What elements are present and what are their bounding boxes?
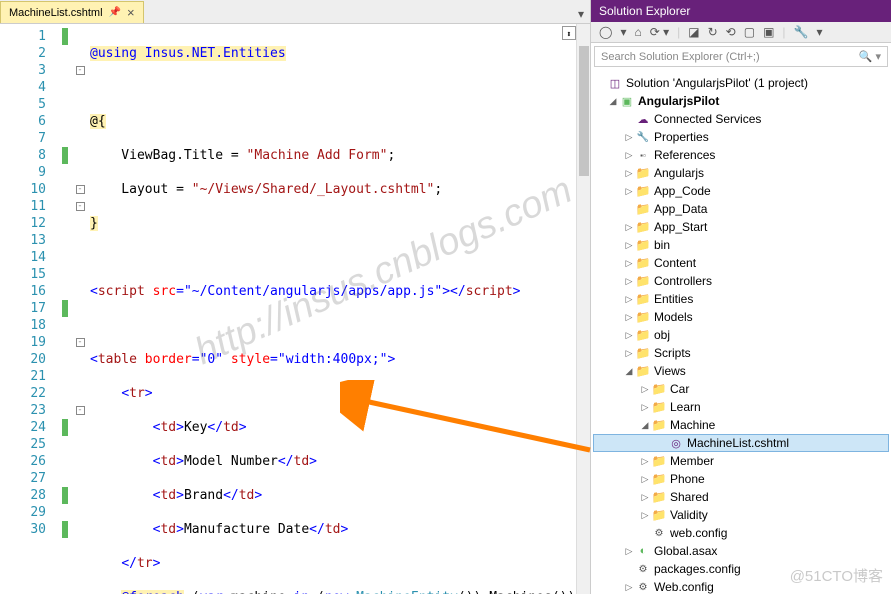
tree-item-packages[interactable]: packages.config — [593, 560, 889, 578]
tree-item-scripts[interactable]: ▷Scripts — [593, 344, 889, 362]
fold-margin: - - - - - — [74, 24, 86, 594]
code-area[interactable]: 1234567891011121314151617181920212223242… — [0, 24, 590, 594]
tree-item-controllers[interactable]: ▷Controllers — [593, 272, 889, 290]
back-icon[interactable]: ◯ — [597, 25, 614, 39]
tree-item-references[interactable]: ▷References — [593, 146, 889, 164]
scope-icon[interactable]: ◪ — [686, 25, 701, 39]
solution-explorer: Solution Explorer ◯ ▾ ⌂ ⟳ ▾ | ◪ ↻ ⟲ ▢ ▣ … — [591, 0, 891, 594]
tree-item-appcode[interactable]: ▷App_Code — [593, 182, 889, 200]
tree-item-views[interactable]: ◢Views — [593, 362, 889, 380]
change-margin — [56, 24, 74, 594]
fold-toggle[interactable]: - — [76, 338, 85, 347]
tree-item-webconfig-views[interactable]: web.config — [593, 524, 889, 542]
scrollbar-thumb[interactable] — [579, 46, 589, 176]
preview-icon[interactable]: ▾ — [815, 25, 825, 39]
tree-item-machinelist[interactable]: MachineList.cshtml — [593, 434, 889, 452]
code-content[interactable]: @using Insus.NET.Entities @{ ViewBag.Tit… — [86, 24, 590, 594]
pin-icon[interactable]: 📌 — [109, 7, 121, 18]
tree-item-webconfig[interactable]: ▷Web.config — [593, 578, 889, 594]
editor-tab-machinelist[interactable]: MachineList.cshtml 📌 × — [0, 1, 144, 23]
tree-item-appstart[interactable]: ▷App_Start — [593, 218, 889, 236]
tree-item-globalasax[interactable]: ▷Global.asax — [593, 542, 889, 560]
editor-pane: MachineList.cshtml 📌 × ▾ 123456789101112… — [0, 0, 591, 594]
tree-item-models[interactable]: ▷Models — [593, 308, 889, 326]
tree-item-entities[interactable]: ▷Entities — [593, 290, 889, 308]
tree-item-shared[interactable]: ▷Shared — [593, 488, 889, 506]
tree-item-appdata[interactable]: App_Data — [593, 200, 889, 218]
scrollbar-vertical[interactable] — [576, 24, 590, 594]
solution-explorer-search[interactable]: Search Solution Explorer (Ctrl+;) 🔍 ▾ — [594, 46, 888, 67]
collapse-icon[interactable]: ▣ — [761, 25, 776, 39]
solution-explorer-title: Solution Explorer — [591, 0, 891, 22]
solution-node[interactable]: Solution 'AngularjsPilot' (1 project) — [593, 74, 889, 92]
fold-toggle[interactable]: - — [76, 406, 85, 415]
split-icon[interactable]: ⬍ — [562, 26, 576, 40]
fold-toggle[interactable]: - — [76, 202, 85, 211]
tree-item-learn[interactable]: ▷Learn — [593, 398, 889, 416]
sync-icon[interactable]: ⟳ ▾ — [648, 25, 671, 39]
tree-item-car[interactable]: ▷Car — [593, 380, 889, 398]
properties-icon[interactable]: 🔧 — [792, 25, 811, 39]
search-placeholder: Search Solution Explorer (Ctrl+;) — [601, 51, 760, 63]
close-icon[interactable]: × — [127, 5, 135, 20]
solution-tree[interactable]: Solution 'AngularjsPilot' (1 project) ◢A… — [591, 70, 891, 594]
tree-item-content[interactable]: ▷Content — [593, 254, 889, 272]
line-numbers: 1234567891011121314151617181920212223242… — [0, 24, 56, 594]
project-node[interactable]: ◢AngularjsPilot — [593, 92, 889, 110]
tree-item-machine[interactable]: ◢Machine — [593, 416, 889, 434]
solution-explorer-toolbar: ◯ ▾ ⌂ ⟳ ▾ | ◪ ↻ ⟲ ▢ ▣ | 🔧 ▾ — [591, 22, 891, 43]
search-icon[interactable]: 🔍 ▾ — [859, 50, 881, 63]
tree-item-phone[interactable]: ▷Phone — [593, 470, 889, 488]
show-all-icon[interactable]: ▢ — [742, 25, 757, 39]
tree-item-obj[interactable]: ▷obj — [593, 326, 889, 344]
fold-toggle[interactable]: - — [76, 66, 85, 75]
forward-icon[interactable]: ▾ — [618, 25, 628, 39]
tree-item-bin[interactable]: ▷bin — [593, 236, 889, 254]
tree-item-member[interactable]: ▷Member — [593, 452, 889, 470]
tab-label: MachineList.cshtml — [9, 7, 103, 19]
tree-item-validity[interactable]: ▷Validity — [593, 506, 889, 524]
tree-item-properties[interactable]: ▷Properties — [593, 128, 889, 146]
refresh2-icon[interactable]: ⟲ — [724, 25, 738, 39]
tree-item-connected[interactable]: Connected Services — [593, 110, 889, 128]
home-icon[interactable]: ⌂ — [632, 25, 643, 39]
refresh-icon[interactable]: ↻ — [706, 25, 720, 39]
tab-strip: MachineList.cshtml 📌 × ▾ — [0, 0, 590, 24]
fold-toggle[interactable]: - — [76, 185, 85, 194]
tab-dropdown-icon[interactable]: ▾ — [572, 5, 590, 23]
tree-item-angularjs[interactable]: ▷Angularjs — [593, 164, 889, 182]
